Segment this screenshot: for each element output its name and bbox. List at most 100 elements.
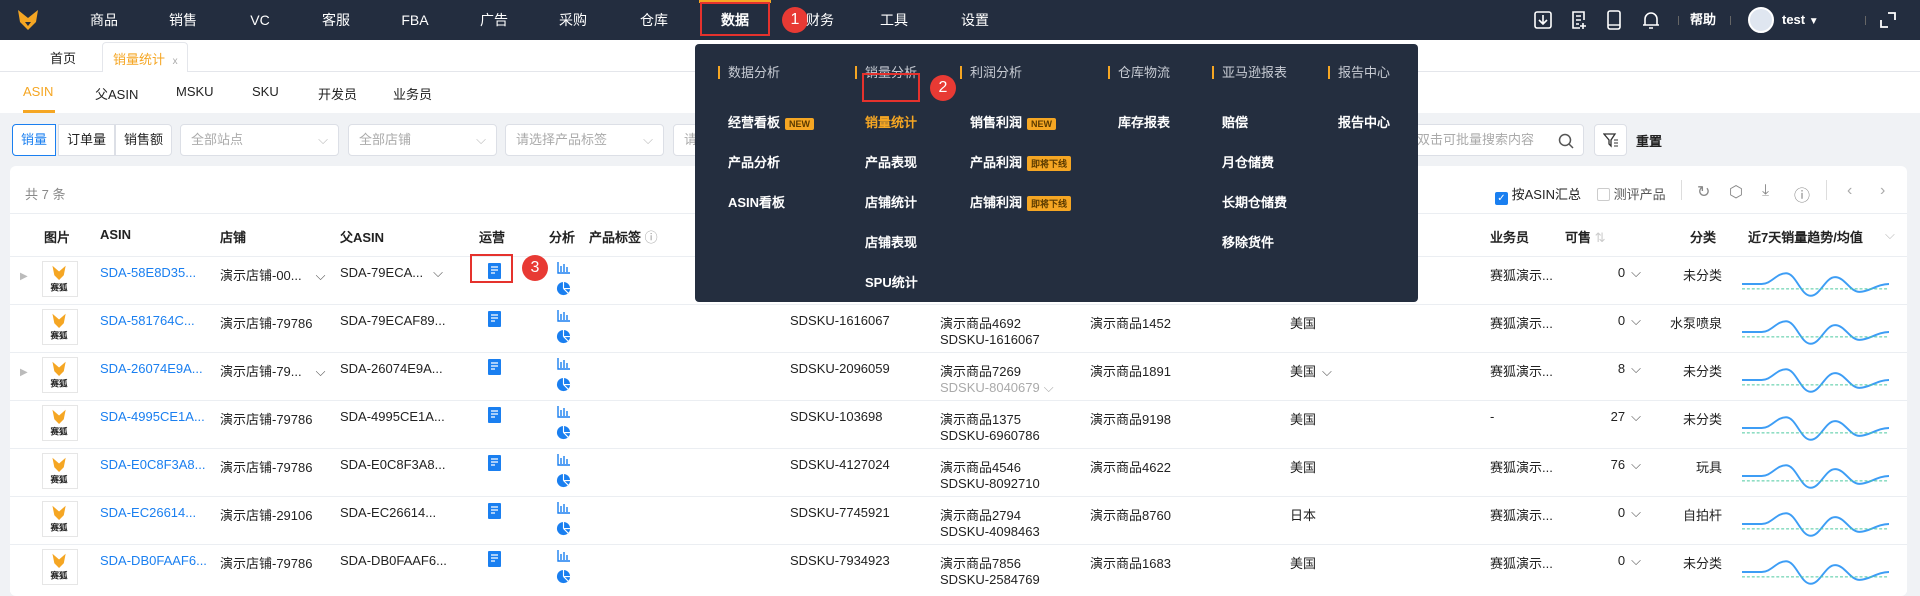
table-row[interactable]: 赛狐 SDA-DB0FAAF6... 演示店铺-79786 SDA-DB0FAAF6.… bbox=[10, 544, 1907, 592]
chevron-down-icon[interactable]: ⌵ bbox=[1631, 409, 1641, 424]
help-link[interactable]: 帮助 bbox=[1690, 0, 1716, 40]
table-row[interactable]: 赛狐 SDA-E0C8F3A8... 演示店铺-79786 SDA-E0C8F3A8.… bbox=[10, 448, 1907, 496]
chevron-down-icon[interactable]: ⌵ bbox=[1631, 313, 1641, 328]
menu-item[interactable]: 库存报表 bbox=[1118, 112, 1170, 131]
sort-icon[interactable]: ⇅ bbox=[1595, 230, 1606, 245]
nav-item-9[interactable]: 财务 bbox=[806, 0, 834, 40]
pie-chart-icon[interactable] bbox=[556, 473, 571, 491]
asin-link[interactable]: SDA-E0C8F3A8... bbox=[100, 457, 206, 472]
menu-item[interactable]: 店铺表现 bbox=[865, 232, 917, 251]
menu-item[interactable]: 销量统计 bbox=[865, 112, 917, 131]
help-icon[interactable]: ⓘ bbox=[645, 230, 658, 245]
asin-link[interactable]: SDA-26074E9A... bbox=[100, 361, 203, 376]
available-cell[interactable]: 27 ⌵ bbox=[1611, 409, 1641, 425]
product-sku-dropdown[interactable]: SDSKU-8040679 ⌵ bbox=[940, 380, 1054, 396]
chevron-down-icon[interactable]: ⌵ bbox=[433, 265, 443, 280]
table-row[interactable]: ▶ 赛狐 SDA-26074E9A... 演示店铺-79... ⌵ SDA-26074E9… bbox=[10, 352, 1907, 400]
bar-chart-icon[interactable] bbox=[557, 310, 571, 325]
product-tag-select[interactable]: 请选择产品标签 ⌵ bbox=[505, 124, 664, 156]
settings-icon[interactable]: ⬡ bbox=[1729, 182, 1743, 202]
menu-item[interactable]: 店铺利润 即将下线 bbox=[970, 192, 1072, 212]
table-row[interactable]: 赛狐 SDA-EC26614... 演示店铺-29106 SDA-EC26614...… bbox=[10, 496, 1907, 544]
nav-item-3[interactable]: 客服 bbox=[322, 0, 350, 40]
nav-item-4[interactable]: FBA bbox=[401, 0, 428, 40]
review-product-checkbox[interactable]: 测评产品 bbox=[1597, 184, 1666, 203]
nav-item-1[interactable]: 销售 bbox=[169, 0, 197, 40]
avatar[interactable] bbox=[1748, 7, 1774, 33]
menu-item[interactable]: 经营看板 NEW bbox=[728, 112, 815, 131]
scroll-right-icon[interactable]: › bbox=[1880, 182, 1885, 200]
menu-item[interactable]: 报告中心 bbox=[1338, 112, 1390, 131]
chevron-down-icon[interactable]: ⌵ bbox=[316, 268, 326, 283]
shop-cell[interactable]: 演示店铺-00... ⌵ bbox=[220, 265, 325, 284]
close-icon[interactable]: x bbox=[173, 56, 178, 67]
fullscreen-icon[interactable] bbox=[1878, 10, 1898, 30]
available-cell[interactable]: 0 ⌵ bbox=[1618, 553, 1641, 569]
segment-sales-qty[interactable]: 销量 bbox=[12, 124, 57, 156]
col-available[interactable]: 可售 ⇅ bbox=[1565, 227, 1606, 246]
bell-icon[interactable] bbox=[1641, 10, 1661, 30]
available-cell[interactable]: 0 ⌵ bbox=[1618, 265, 1641, 281]
asin-link[interactable]: SDA-EC26614... bbox=[100, 505, 196, 520]
menu-item[interactable]: ASIN看板 bbox=[728, 192, 785, 211]
menu-item[interactable]: 月仓储费 bbox=[1222, 152, 1274, 171]
expand-row-icon[interactable]: ▶ bbox=[20, 271, 28, 282]
operations-icon[interactable] bbox=[488, 551, 502, 570]
refresh-icon[interactable]: ↻ bbox=[1697, 182, 1710, 202]
table-row[interactable]: 赛狐 SDA-581764C... 演示店铺-79786 SDA-79ECAF89..… bbox=[10, 304, 1907, 352]
expand-row-icon[interactable]: ▶ bbox=[20, 367, 28, 378]
menu-item[interactable]: 赔偿 bbox=[1222, 112, 1248, 131]
help-icon[interactable]: ⓘ bbox=[1794, 182, 1810, 206]
bar-chart-icon[interactable] bbox=[557, 406, 571, 421]
operations-icon[interactable] bbox=[488, 407, 502, 426]
pie-chart-icon[interactable] bbox=[556, 425, 571, 443]
country-cell[interactable]: 美国 ⌵ bbox=[1290, 361, 1332, 380]
pie-chart-icon[interactable] bbox=[556, 377, 571, 395]
bar-chart-icon[interactable] bbox=[557, 550, 571, 565]
chevron-down-icon[interactable]: ⌵ bbox=[1631, 361, 1641, 376]
tab-home[interactable]: 首页 bbox=[50, 48, 76, 67]
operations-icon[interactable] bbox=[488, 359, 502, 378]
bar-chart-icon[interactable] bbox=[557, 262, 571, 277]
reset-button[interactable]: 重置 bbox=[1636, 131, 1662, 150]
bar-chart-icon[interactable] bbox=[557, 502, 571, 517]
operations-icon[interactable] bbox=[488, 503, 502, 522]
nav-item-0[interactable]: 商品 bbox=[90, 0, 118, 40]
menu-item[interactable]: 产品利润 即将下线 bbox=[970, 152, 1072, 172]
nav-item-7[interactable]: 仓库 bbox=[640, 0, 668, 40]
search-icon[interactable] bbox=[1558, 133, 1574, 149]
parent-asin-cell[interactable]: SDA-79ECA... ⌵ bbox=[340, 265, 443, 281]
menu-item[interactable]: 销售利润 NEW bbox=[970, 112, 1057, 131]
operations-icon[interactable] bbox=[488, 455, 502, 474]
nav-item-2[interactable]: VC bbox=[250, 0, 269, 40]
menu-item[interactable]: 长期仓储费 bbox=[1222, 192, 1287, 211]
mobile-icon[interactable] bbox=[1604, 10, 1624, 30]
nav-item-5[interactable]: 广告 bbox=[480, 0, 508, 40]
shop-select[interactable]: 全部店铺 ⌵ bbox=[348, 124, 497, 156]
pie-chart-icon[interactable] bbox=[556, 521, 571, 539]
advanced-filter-button[interactable] bbox=[1594, 124, 1627, 156]
bar-chart-icon[interactable] bbox=[557, 454, 571, 469]
nav-item-8[interactable]: 数据 bbox=[721, 0, 749, 40]
nav-item-6[interactable]: 采购 bbox=[559, 0, 587, 40]
nav-item-11[interactable]: 设置 bbox=[961, 0, 989, 40]
menu-item[interactable]: 移除货件 bbox=[1222, 232, 1274, 251]
tab-sales-stats[interactable]: 销量统计 x bbox=[102, 42, 188, 73]
add-document-icon[interactable] bbox=[1569, 10, 1589, 30]
chevron-down-icon[interactable]: ⌵ bbox=[1885, 227, 1895, 243]
available-cell[interactable]: 76 ⌵ bbox=[1611, 457, 1641, 473]
nav-item-10[interactable]: 工具 bbox=[880, 0, 908, 40]
asin-link[interactable]: SDA-58E8D35... bbox=[100, 265, 196, 280]
menu-item[interactable]: SPU统计 bbox=[865, 272, 918, 291]
menu-item[interactable]: 店铺统计 bbox=[865, 192, 917, 211]
segment-order-qty[interactable]: 订单量 bbox=[58, 124, 116, 156]
chevron-down-icon[interactable]: ⌵ bbox=[1631, 553, 1641, 568]
segment-sales-amount[interactable]: 销售额 bbox=[115, 124, 173, 156]
chevron-down-icon[interactable]: ⌵ bbox=[1631, 265, 1641, 280]
subtab-3[interactable]: SKU bbox=[252, 84, 279, 99]
export-icon[interactable]: ⤓ bbox=[1762, 182, 1769, 200]
shop-cell[interactable]: 演示店铺-79... ⌵ bbox=[220, 361, 325, 380]
search-input[interactable]: 双击可批量搜索内容 bbox=[1400, 124, 1584, 156]
by-asin-checkbox[interactable]: ✓ 按ASIN汇总 bbox=[1495, 184, 1581, 205]
menu-item[interactable]: 产品分析 bbox=[728, 152, 780, 171]
